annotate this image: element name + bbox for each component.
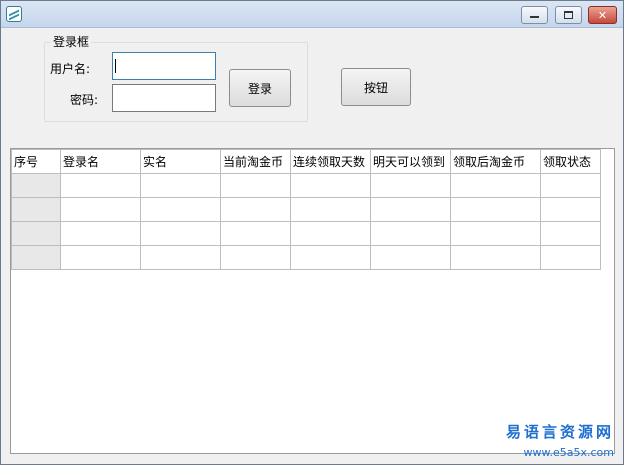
table-row[interactable] xyxy=(11,197,601,222)
minimize-icon xyxy=(530,16,539,18)
table-row[interactable] xyxy=(11,173,601,198)
grid-cell[interactable] xyxy=(540,173,601,198)
grid-cell[interactable] xyxy=(290,221,371,246)
grid-cell[interactable] xyxy=(140,173,221,198)
grid-cell[interactable] xyxy=(370,245,451,270)
action-button[interactable]: 按钮 xyxy=(341,68,411,106)
column-header-consecutive-days[interactable]: 连续领取天数 xyxy=(290,149,371,174)
column-header-login-name[interactable]: 登录名 xyxy=(60,149,141,174)
grid-cell[interactable] xyxy=(60,197,141,222)
column-header-real-name[interactable]: 实名 xyxy=(140,149,221,174)
grid-cell[interactable] xyxy=(540,221,601,246)
grid-header-row: 序号 登录名 实名 当前淘金币 连续领取天数 明天可以领到 领取后淘金币 领取状… xyxy=(11,149,601,174)
grid-cell[interactable] xyxy=(220,245,291,270)
column-header-coins-after[interactable]: 领取后淘金币 xyxy=(450,149,541,174)
grid-cell[interactable] xyxy=(220,197,291,222)
client-area: 登录框 用户名: 密码: 登录 按钮 序号 登录名 实名 当前淘金币 连续领取天… xyxy=(1,29,623,464)
username-input[interactable] xyxy=(112,52,216,80)
grid-cell[interactable] xyxy=(290,197,371,222)
table-row[interactable] xyxy=(11,221,601,246)
grid-table: 序号 登录名 实名 当前淘金币 连续领取天数 明天可以领到 领取后淘金币 领取状… xyxy=(11,149,601,270)
grid-cell[interactable] xyxy=(370,197,451,222)
grid-cell[interactable] xyxy=(60,221,141,246)
grid-cell[interactable] xyxy=(140,197,221,222)
column-header-tomorrow-reward[interactable]: 明天可以领到 xyxy=(370,149,451,174)
username-label: 用户名: xyxy=(50,62,91,76)
maximize-button[interactable] xyxy=(555,6,582,24)
row-header-cell[interactable] xyxy=(11,197,61,222)
close-button[interactable]: ✕ xyxy=(588,6,617,24)
row-header-cell[interactable] xyxy=(11,221,61,246)
grid-cell[interactable] xyxy=(450,245,541,270)
password-input[interactable] xyxy=(112,84,216,112)
grid-cell[interactable] xyxy=(290,245,371,270)
table-row[interactable] xyxy=(11,245,601,270)
grid-cell[interactable] xyxy=(450,197,541,222)
app-window: ✕ 登录框 用户名: 密码: 登录 按钮 序号 登录名 实名 当前淘金币 连续领… xyxy=(0,0,624,465)
grid-cell[interactable] xyxy=(140,221,221,246)
row-header-cell[interactable] xyxy=(11,173,61,198)
watermark-url: www.e5a5x.com xyxy=(523,446,614,459)
grid-cell[interactable] xyxy=(540,245,601,270)
grid-cell[interactable] xyxy=(220,173,291,198)
password-label: 密码: xyxy=(70,93,99,107)
column-header-status[interactable]: 领取状态 xyxy=(540,149,601,174)
maximize-icon xyxy=(564,11,573,19)
grid-cell[interactable] xyxy=(60,173,141,198)
column-header-index[interactable]: 序号 xyxy=(11,149,61,174)
login-button[interactable]: 登录 xyxy=(229,69,291,107)
row-header-cell[interactable] xyxy=(11,245,61,270)
grid-cell[interactable] xyxy=(450,221,541,246)
minimize-button[interactable] xyxy=(521,6,548,24)
app-logo-icon xyxy=(6,6,22,22)
grid-cell[interactable] xyxy=(450,173,541,198)
text-caret xyxy=(115,59,116,73)
title-bar[interactable]: ✕ xyxy=(1,1,623,28)
watermark-title: 易语言资源网 xyxy=(505,423,614,441)
grid-cell[interactable] xyxy=(220,221,291,246)
grid-cell[interactable] xyxy=(140,245,221,270)
grid-cell[interactable] xyxy=(370,221,451,246)
grid-cell[interactable] xyxy=(540,197,601,222)
column-header-current-coins[interactable]: 当前淘金币 xyxy=(220,149,291,174)
close-icon: ✕ xyxy=(597,8,608,22)
data-grid[interactable]: 序号 登录名 实名 当前淘金币 连续领取天数 明天可以领到 领取后淘金币 领取状… xyxy=(10,148,615,454)
grid-cell[interactable] xyxy=(60,245,141,270)
grid-cell[interactable] xyxy=(370,173,451,198)
login-group-title: 登录框 xyxy=(51,35,92,49)
grid-cell[interactable] xyxy=(290,173,371,198)
